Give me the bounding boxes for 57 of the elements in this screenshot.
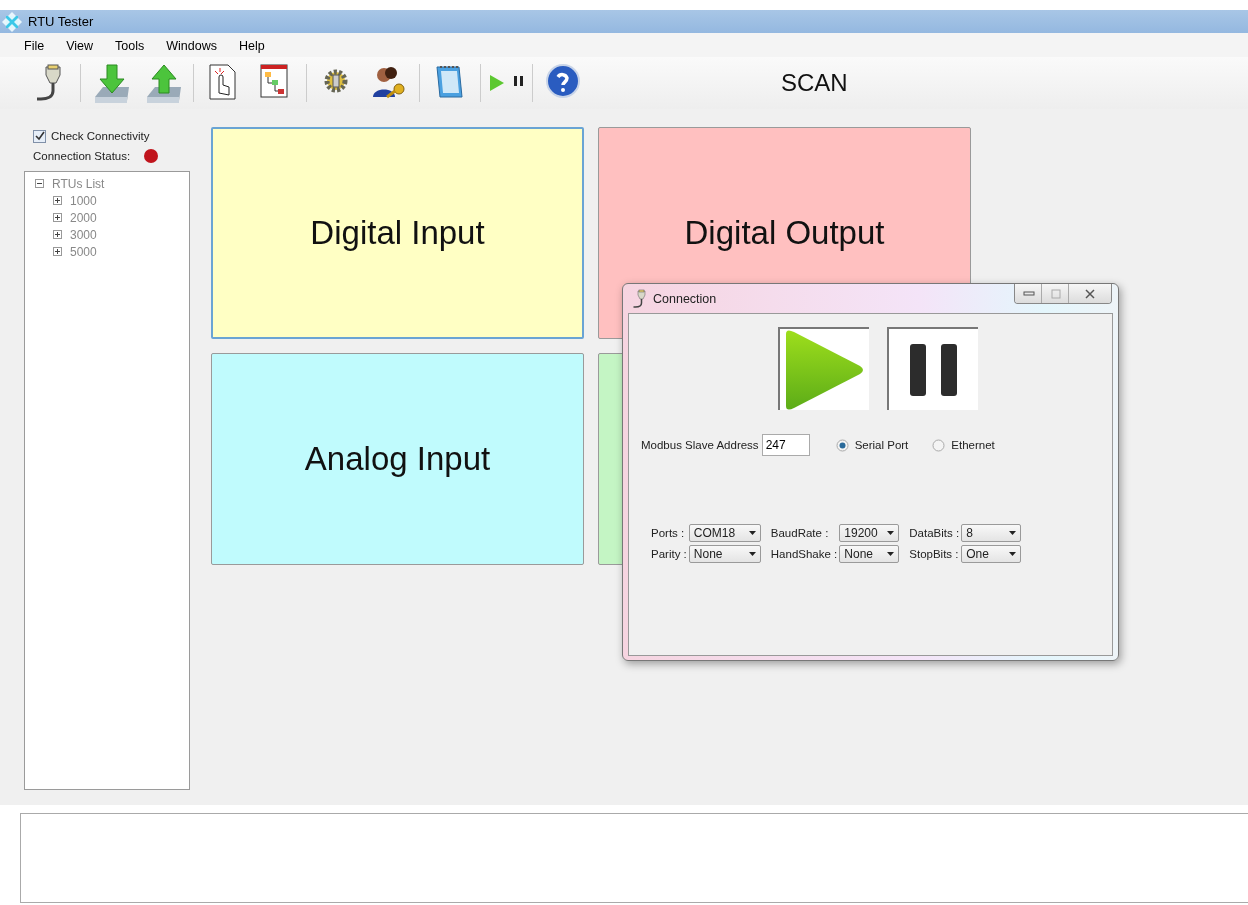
address-field[interactable]: 247 <box>761 434 810 456</box>
caret-icon <box>1009 531 1017 535</box>
dropdown[interactable]: COM18 <box>688 524 761 542</box>
caret-icon <box>887 552 895 556</box>
dropdown[interactable]: One <box>961 545 1022 563</box>
dropdown[interactable]: 19200 <box>839 524 900 542</box>
tree-item[interactable]: 3000 <box>70 227 97 242</box>
tree-item[interactable]: 2000 <box>70 210 97 225</box>
radio-button[interactable] <box>835 438 849 452</box>
upload-icon[interactable] <box>145 63 181 103</box>
setting-label: BaudRate : <box>770 527 830 539</box>
tree-item[interactable]: 1000 <box>70 193 97 208</box>
checkbox[interactable] <box>33 129 46 143</box>
tile-button[interactable]: Analog Input <box>211 353 584 565</box>
address-label: Modbus Slave Address <box>641 439 759 451</box>
dropdown[interactable]: None <box>688 545 761 563</box>
setting-label: Parity : <box>651 548 687 560</box>
close-button[interactable] <box>1068 284 1111 303</box>
expand-icon[interactable] <box>53 213 62 222</box>
connector-icon <box>631 288 649 309</box>
dialog-title: Connection <box>653 291 717 306</box>
collapse-icon[interactable] <box>35 179 44 188</box>
setting-label: HandShake : <box>770 548 838 560</box>
setting-label: DataBits : <box>909 527 960 539</box>
maximize-icon <box>1048 286 1062 301</box>
expand-icon[interactable] <box>53 196 62 205</box>
download-icon[interactable] <box>93 63 129 103</box>
caret-icon <box>1009 552 1017 556</box>
menu-item[interactable]: Windows <box>158 37 225 55</box>
tree-item[interactable]: RTUs List <box>52 176 105 191</box>
caret-icon <box>887 531 895 535</box>
tile-button[interactable]: Digital Input <box>211 127 584 339</box>
setting-label: StopBits : <box>909 548 960 560</box>
window-title: RTU Tester <box>28 14 94 29</box>
caret-icon <box>748 552 756 556</box>
expand-icon[interactable] <box>53 247 62 256</box>
expand-icon[interactable] <box>53 230 62 239</box>
caret-icon <box>748 531 756 535</box>
menu-item[interactable]: View <box>58 37 102 55</box>
menu-item[interactable]: Help <box>230 37 273 55</box>
menu-item[interactable]: Tools <box>107 37 153 55</box>
play-button[interactable] <box>777 327 869 410</box>
radio-button[interactable] <box>932 438 946 452</box>
radio-label: Ethernet <box>951 439 995 451</box>
pause-icon <box>909 343 957 396</box>
check-icon <box>34 131 45 141</box>
checkbox-label: Check Connectivity <box>51 130 150 142</box>
menu-item[interactable]: File <box>16 37 53 55</box>
scan-label: SCAN <box>781 69 848 97</box>
dropdown[interactable]: 8 <box>961 524 1022 542</box>
tree-item[interactable]: 5000 <box>70 244 97 259</box>
status-label: Connection Status: <box>33 150 131 162</box>
pause-button[interactable] <box>886 327 978 410</box>
setting-label: Ports : <box>651 527 686 539</box>
close-icon <box>1083 286 1097 301</box>
radio-label: Serial Port <box>854 439 909 451</box>
dropdown[interactable]: None <box>839 545 900 563</box>
